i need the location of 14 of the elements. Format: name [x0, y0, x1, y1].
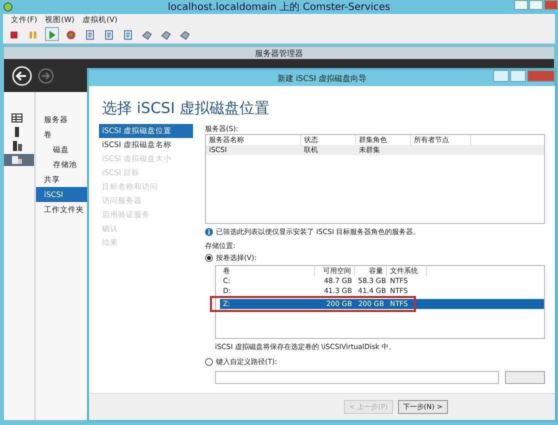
minimize-button[interactable] — [514, 0, 528, 10]
back-icon[interactable] — [12, 66, 32, 86]
info-icon — [205, 228, 213, 236]
maximize-button[interactable] — [529, 0, 543, 10]
page-heading: 选择 iSCSI 虚拟磁盘位置 — [101, 98, 271, 116]
window-title: 服务器管理器 — [255, 48, 303, 58]
window-title: localhost.localdomain 上的 Comster-Services — [168, 0, 390, 14]
radio-button[interactable] — [205, 254, 213, 262]
app-icon — [3, 2, 13, 12]
play-icon[interactable] — [45, 27, 59, 41]
dialog-title: 新建 iSCSI 虚拟磁盘向导 — [277, 72, 367, 84]
radio-button[interactable] — [205, 358, 213, 366]
storage-icon[interactable] — [4, 154, 34, 166]
path-field[interactable] — [215, 371, 499, 384]
